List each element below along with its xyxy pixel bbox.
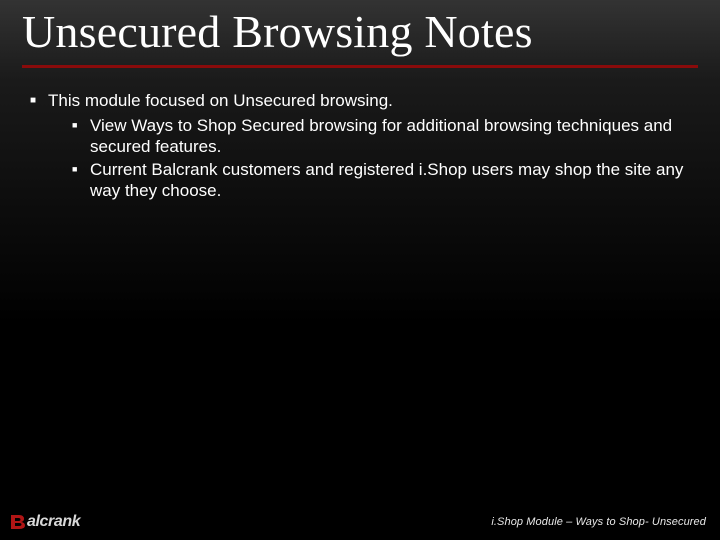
page-title: Unsecured Browsing Notes xyxy=(22,6,698,68)
list-item-text: This module focused on Unsecured browsin… xyxy=(48,91,393,110)
title-area: Unsecured Browsing Notes xyxy=(0,0,720,68)
footer-module-text: i.Shop Module – Ways to Shop- Unsecured xyxy=(491,516,706,528)
content-area: ■ This module focused on Unsecured brows… xyxy=(0,68,720,202)
list-item: ■ Current Balcrank customers and registe… xyxy=(72,159,690,202)
list-item: ■ View Ways to Shop Secured browsing for… xyxy=(72,115,690,158)
list-item: ■ This module focused on Unsecured brows… xyxy=(30,90,690,202)
footer: alcrank i.Shop Module – Ways to Shop- Un… xyxy=(0,506,720,540)
logo-text: alcrank xyxy=(27,513,80,531)
list-item-body: This module focused on Unsecured browsin… xyxy=(48,90,690,202)
square-bullet-icon: ■ xyxy=(30,90,48,112)
list-item-text: View Ways to Shop Secured browsing for a… xyxy=(90,115,690,158)
bullet-list-level1: ■ This module focused on Unsecured brows… xyxy=(30,90,690,202)
bullet-list-level2: ■ View Ways to Shop Secured browsing for… xyxy=(48,115,690,201)
square-bullet-icon: ■ xyxy=(72,115,90,136)
list-item-text: Current Balcrank customers and registere… xyxy=(90,159,690,202)
logo-b-icon xyxy=(10,513,28,531)
square-bullet-icon: ■ xyxy=(72,159,90,180)
brand-logo: alcrank xyxy=(10,513,80,531)
